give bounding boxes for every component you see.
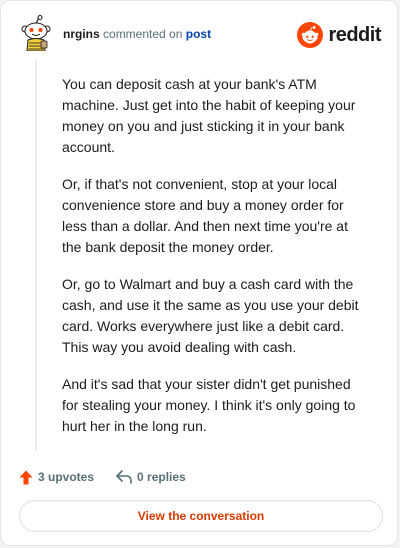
- comment-body: You can deposit cash at your bank's ATM …: [62, 74, 362, 453]
- thread-line: [35, 59, 37, 451]
- comment-paragraph: You can deposit cash at your bank's ATM …: [62, 76, 356, 155]
- user-avatar[interactable]: [19, 15, 53, 52]
- username-link[interactable]: nrgins: [63, 27, 100, 41]
- reddit-snoo-icon: [297, 22, 324, 48]
- snoo-avatar-icon: [21, 15, 51, 52]
- comment-paragraph: Or, go to Walmart and buy a cash card wi…: [62, 276, 359, 355]
- reddit-wordmark: reddit: [328, 23, 381, 46]
- comment-paragraph: Or, if that's not convenient, stop at yo…: [62, 176, 348, 255]
- reply-arrow-icon: [116, 470, 132, 484]
- reply-count: 0 replies: [137, 470, 186, 484]
- post-link[interactable]: post: [186, 27, 211, 41]
- upvote-arrow-icon: [19, 470, 33, 484]
- upvote-count: 3 upvotes: [38, 470, 95, 484]
- reply-button[interactable]: 0 replies: [116, 470, 186, 484]
- comment-paragraph: And it's sad that your sister didn't get…: [62, 376, 356, 434]
- commented-on-label: commented on: [103, 27, 183, 41]
- comment-byline: nrgins commented on post: [63, 26, 211, 42]
- upvote-button[interactable]: 3 upvotes: [19, 470, 94, 485]
- view-conversation-button[interactable]: View the conversation: [19, 500, 383, 532]
- embedded-comment-card: nrgins commented on post reddit You can …: [0, 0, 398, 546]
- comment-actions: 3 upvotes 0 replies: [19, 467, 208, 487]
- reddit-logo[interactable]: reddit: [297, 21, 381, 49]
- comment-header: nrgins commented on post reddit: [19, 15, 381, 53]
